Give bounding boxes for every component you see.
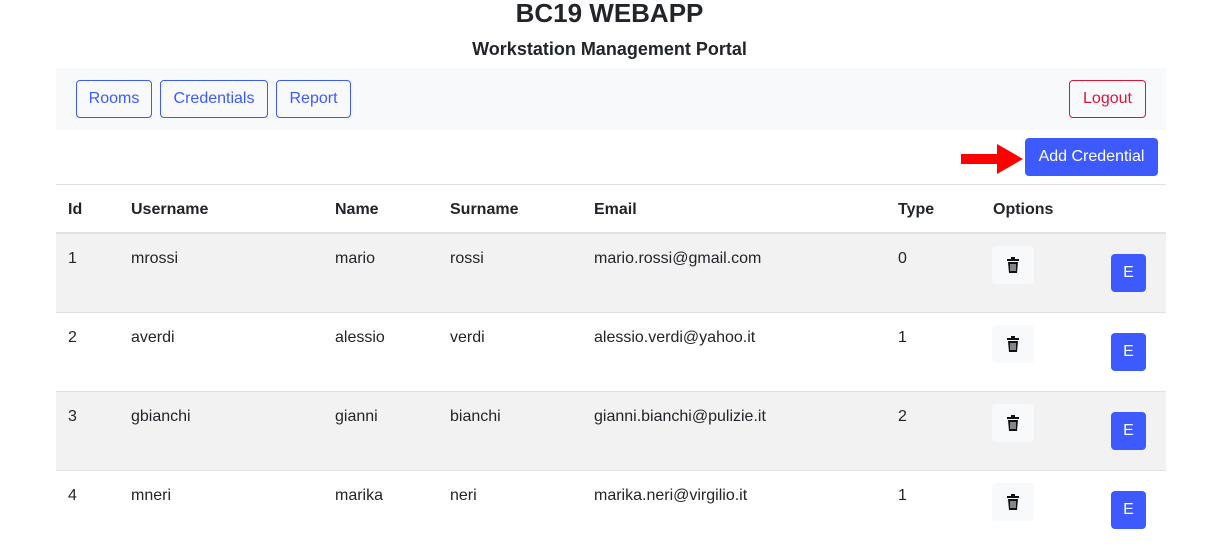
edit-button[interactable]: E [1111,333,1146,371]
cell-id: 3 [68,408,77,425]
cell-email: mario.rossi@gmail.com [594,250,762,267]
trash-icon [1007,336,1019,352]
table-row: 1 mrossi mario rossi mario.rossi@gmail.c… [56,234,1166,313]
cell-id: 4 [68,487,77,504]
cell-username: gbianchi [131,408,191,425]
column-header-id: Id [68,201,83,218]
cell-username: averdi [131,329,175,346]
cell-surname: neri [450,487,477,504]
cell-id: 1 [68,250,77,267]
cell-email: gianni.bianchi@pulizie.it [594,408,766,425]
logout-button[interactable]: Logout [1069,80,1146,118]
edit-button[interactable]: E [1111,412,1146,450]
column-header-options: Options [993,201,1054,218]
trash-icon [1007,494,1019,510]
cell-type: 2 [898,408,907,425]
add-credential-button[interactable]: Add Credential [1025,138,1158,176]
column-header-surname: Surname [450,201,519,218]
trash-icon [1007,415,1019,431]
table-header: Id Username Name Surname Email Type Opti… [56,184,1166,234]
cell-name: mario [335,250,376,267]
cell-username: mrossi [131,250,179,267]
edit-button[interactable]: E [1111,254,1146,292]
page-subtitle: Workstation Management Portal [472,39,747,59]
cell-id: 2 [68,329,77,346]
column-header-type: Type [898,201,935,218]
trash-icon [1007,257,1019,273]
column-header-username: Username [131,201,209,218]
column-header-name: Name [335,201,379,218]
table-row: 4 mneri marika neri marika.neri@virgilio… [56,471,1166,547]
table-row: 2 averdi alessio verdi alessio.verdi@yah… [56,313,1166,392]
table-row: 3 gbianchi gianni bianchi gianni.bianchi… [56,392,1166,471]
cell-type: 0 [898,250,907,267]
cell-email: alessio.verdi@yahoo.it [594,329,756,346]
column-header-email: Email [594,201,637,218]
red-arrow-annotation [961,144,1023,174]
delete-button[interactable] [992,246,1034,284]
cell-name: alessio [335,329,385,346]
nav-rooms-button[interactable]: Rooms [76,80,152,118]
nav-credentials-button[interactable]: Credentials [160,80,268,118]
navbar: Rooms Credentials Report Logout [56,68,1166,130]
cell-name: marika [335,487,384,504]
cell-type: 1 [898,329,907,346]
credentials-table: Id Username Name Surname Email Type Opti… [56,184,1166,547]
cell-surname: rossi [450,250,484,267]
cell-surname: verdi [450,329,485,346]
cell-name: gianni [335,408,378,425]
cell-surname: bianchi [450,408,501,425]
delete-button[interactable] [992,325,1034,363]
cell-username: mneri [131,487,172,504]
cell-type: 1 [898,487,907,504]
delete-button[interactable] [992,483,1034,521]
cell-email: marika.neri@virgilio.it [594,487,748,504]
edit-button[interactable]: E [1111,491,1146,529]
nav-report-button[interactable]: Report [276,80,351,118]
delete-button[interactable] [992,404,1034,442]
app-title: BC19 WEBAPP [515,0,704,28]
